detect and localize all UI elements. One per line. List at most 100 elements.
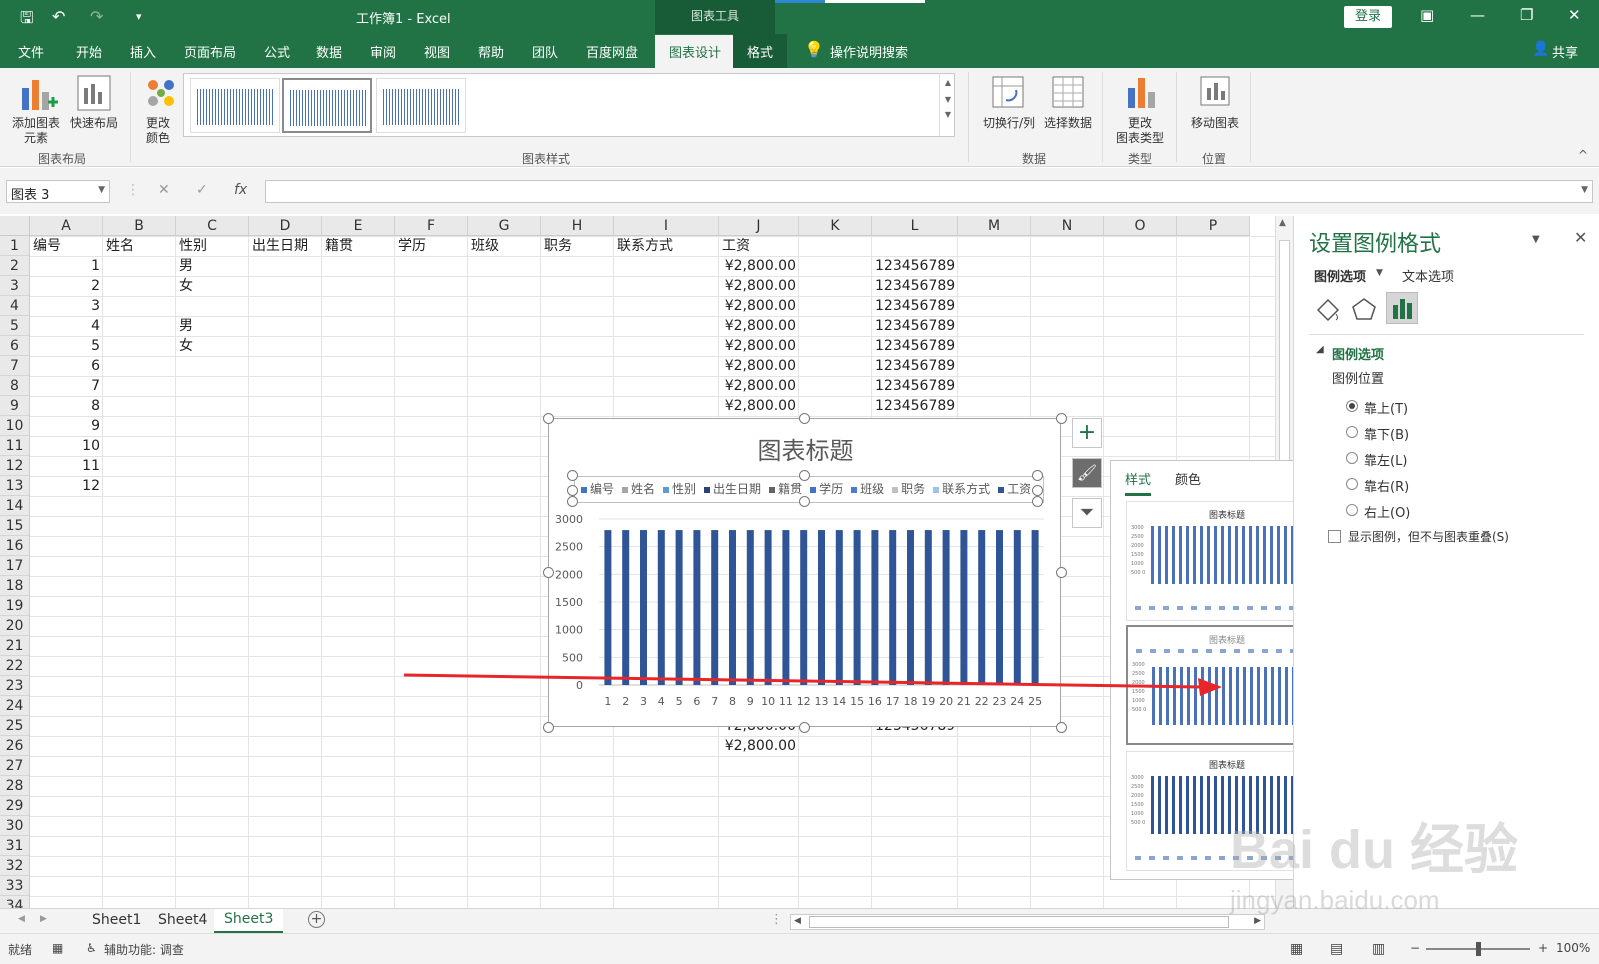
tab-data[interactable]: 数据: [316, 42, 342, 61]
bar[interactable]: [960, 530, 968, 685]
chart-title[interactable]: 图表标题: [549, 431, 1062, 466]
radio-right[interactable]: [1346, 478, 1358, 490]
row-header[interactable]: 14: [0, 496, 30, 516]
fill-line-icon[interactable]: [1314, 296, 1342, 322]
formula-input[interactable]: ▼: [265, 180, 1593, 203]
change-chart-type-button[interactable]: 更改 图表类型: [1110, 116, 1170, 146]
legend-handle[interactable]: [1032, 496, 1043, 507]
cell[interactable]: 9: [33, 416, 100, 436]
legend-entry[interactable]: 籍贯: [769, 482, 802, 496]
cell[interactable]: ¥2,800.00: [722, 276, 796, 296]
horizontal-scroll-thumb[interactable]: [809, 916, 1229, 928]
cell[interactable]: 性别: [179, 236, 246, 256]
radio-top[interactable]: [1346, 400, 1358, 412]
bar[interactable]: [746, 530, 754, 685]
chart-style-thumb-2[interactable]: [282, 78, 372, 133]
tab-format[interactable]: 格式: [733, 34, 788, 68]
gallery-more-icon[interactable]: ▼: [940, 110, 956, 119]
cell[interactable]: 联系方式: [617, 236, 716, 256]
tab-insert[interactable]: 插入: [130, 42, 156, 61]
legend-entry[interactable]: 性别: [663, 482, 696, 496]
row-header[interactable]: 19: [0, 596, 30, 616]
row-header[interactable]: 2: [0, 256, 30, 276]
chevron-down-icon[interactable]: ▼: [1376, 268, 1383, 278]
bar[interactable]: [871, 530, 879, 685]
row-header[interactable]: 31: [0, 836, 30, 856]
legend-entry[interactable]: 学历: [810, 482, 843, 496]
cell[interactable]: 10: [33, 436, 100, 456]
scroll-down-icon[interactable]: ▼: [940, 95, 956, 104]
zoom-out-icon[interactable]: −: [1410, 941, 1420, 955]
overlap-checkbox[interactable]: [1328, 530, 1341, 543]
column-header[interactable]: H: [541, 216, 614, 236]
section-legend-options[interactable]: 图例选项: [1332, 344, 1384, 363]
cell[interactable]: 8: [33, 396, 100, 416]
collapse-ribbon-icon[interactable]: ^: [1578, 148, 1588, 162]
switch-row-column-button[interactable]: 切换行/列: [978, 116, 1040, 131]
column-header[interactable]: B: [103, 216, 176, 236]
row-header[interactable]: 28: [0, 776, 30, 796]
tab-view[interactable]: 视图: [424, 42, 450, 61]
row-header[interactable]: 26: [0, 736, 30, 756]
bar[interactable]: [782, 530, 790, 685]
bar[interactable]: [693, 530, 701, 685]
cell[interactable]: 11: [33, 456, 100, 476]
resize-handle[interactable]: [543, 413, 554, 424]
legend-entry[interactable]: 班级: [851, 482, 884, 496]
cell[interactable]: 123456789: [875, 316, 955, 336]
normal-view-icon[interactable]: ▦: [1290, 941, 1303, 957]
row-header[interactable]: 20: [0, 616, 30, 636]
resize-handle[interactable]: [543, 722, 554, 733]
tab-file[interactable]: 文件: [18, 42, 44, 61]
row-header[interactable]: 11: [0, 436, 30, 456]
ribbon-display-icon[interactable]: ▣: [1420, 6, 1434, 24]
legend-options-icon-tab[interactable]: [1386, 292, 1418, 324]
cell[interactable]: 职务: [544, 236, 611, 256]
cell[interactable]: 4: [33, 316, 100, 336]
pane-tab-legend-options[interactable]: 图例选项: [1314, 266, 1366, 285]
bar[interactable]: [1031, 530, 1039, 685]
row-header[interactable]: 6: [0, 336, 30, 356]
cell[interactable]: 123456789: [875, 296, 955, 316]
resize-handle[interactable]: [1056, 567, 1067, 578]
resize-handle[interactable]: [799, 722, 810, 733]
bar[interactable]: [675, 530, 683, 685]
tab-chart-design[interactable]: 图表设计: [655, 35, 736, 68]
resize-handle[interactable]: [543, 567, 554, 578]
cell[interactable]: 2: [33, 276, 100, 296]
cell[interactable]: 女: [179, 336, 246, 356]
bar[interactable]: [996, 530, 1003, 685]
cell[interactable]: 男: [179, 256, 246, 276]
row-header[interactable]: 34: [0, 896, 30, 908]
legend-handle[interactable]: [799, 470, 810, 481]
row-header[interactable]: 1: [0, 236, 30, 256]
cell[interactable]: 5: [33, 336, 100, 356]
cell[interactable]: ¥2,800.00: [722, 316, 796, 336]
legend-handle[interactable]: [567, 485, 578, 496]
radio-left[interactable]: [1346, 452, 1358, 464]
pane-options-icon[interactable]: ▼: [1532, 234, 1540, 245]
column-header[interactable]: F: [395, 216, 468, 236]
column-header[interactable]: G: [468, 216, 541, 236]
radio-top-right[interactable]: [1346, 504, 1358, 516]
chevron-down-icon[interactable]: ▼: [98, 185, 105, 195]
chart-styles-button[interactable]: 🖌: [1072, 458, 1102, 488]
column-header[interactable]: C: [176, 216, 249, 236]
row-header[interactable]: 27: [0, 756, 30, 776]
cell[interactable]: ¥2,800.00: [722, 296, 796, 316]
page-break-view-icon[interactable]: ▥: [1372, 941, 1385, 957]
bar[interactable]: [1013, 530, 1021, 685]
column-header[interactable]: P: [1177, 216, 1250, 236]
row-header[interactable]: 4: [0, 296, 30, 316]
tab-page-layout[interactable]: 页面布局: [184, 42, 236, 61]
select-all-corner[interactable]: [0, 216, 30, 236]
resize-handle[interactable]: [1056, 413, 1067, 424]
sheet-tab-sheet1[interactable]: Sheet1: [92, 912, 141, 928]
column-header[interactable]: O: [1104, 216, 1177, 236]
cell[interactable]: 女: [179, 276, 246, 296]
bar[interactable]: [835, 530, 843, 685]
bar[interactable]: [622, 530, 630, 685]
sheet-tab-sheet3[interactable]: Sheet3: [214, 909, 284, 933]
column-header[interactable]: K: [799, 216, 872, 236]
row-header[interactable]: 22: [0, 656, 30, 676]
